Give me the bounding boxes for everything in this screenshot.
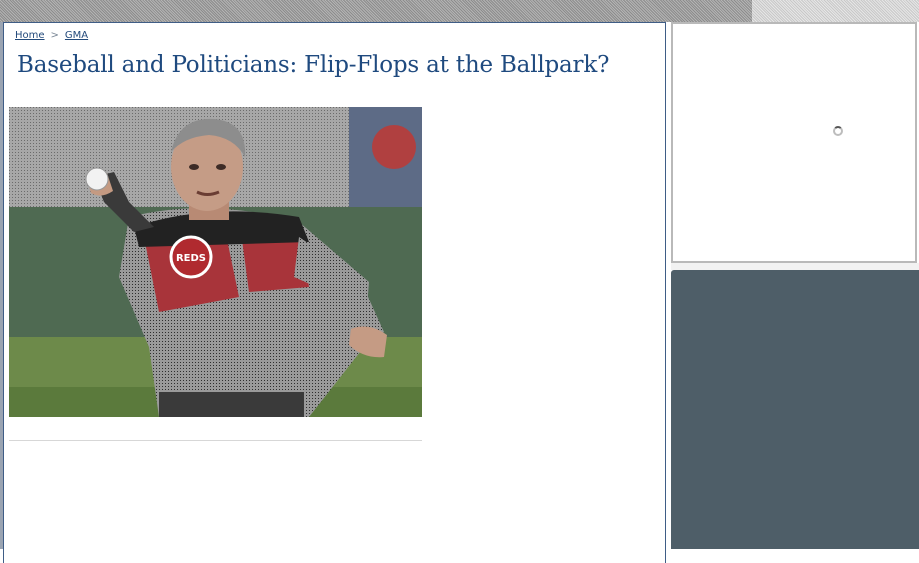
jersey-logo-text: REDS xyxy=(176,253,206,264)
top-bar-right-section xyxy=(752,0,919,22)
main-content-panel: Home > GMA Baseball and Politicians: Flip-… xyxy=(3,22,666,563)
sidebar-module-panel xyxy=(671,270,919,549)
sidebar-ad-box[interactable] xyxy=(671,22,917,263)
sidebar-spacer xyxy=(671,263,919,270)
article-photo[interactable]: REDS xyxy=(9,107,422,417)
breadcrumb-home-link[interactable]: Home xyxy=(15,30,45,41)
loading-spinner-icon xyxy=(833,126,843,136)
content-divider xyxy=(9,440,422,441)
article-title: Baseball and Politicians: Flip-Flops at … xyxy=(17,52,610,78)
breadcrumb-separator: > xyxy=(50,30,59,41)
breadcrumb-gma-link[interactable]: GMA xyxy=(65,30,88,41)
breadcrumb: Home > GMA xyxy=(15,30,88,41)
article-photo-illustration: REDS xyxy=(9,107,422,417)
